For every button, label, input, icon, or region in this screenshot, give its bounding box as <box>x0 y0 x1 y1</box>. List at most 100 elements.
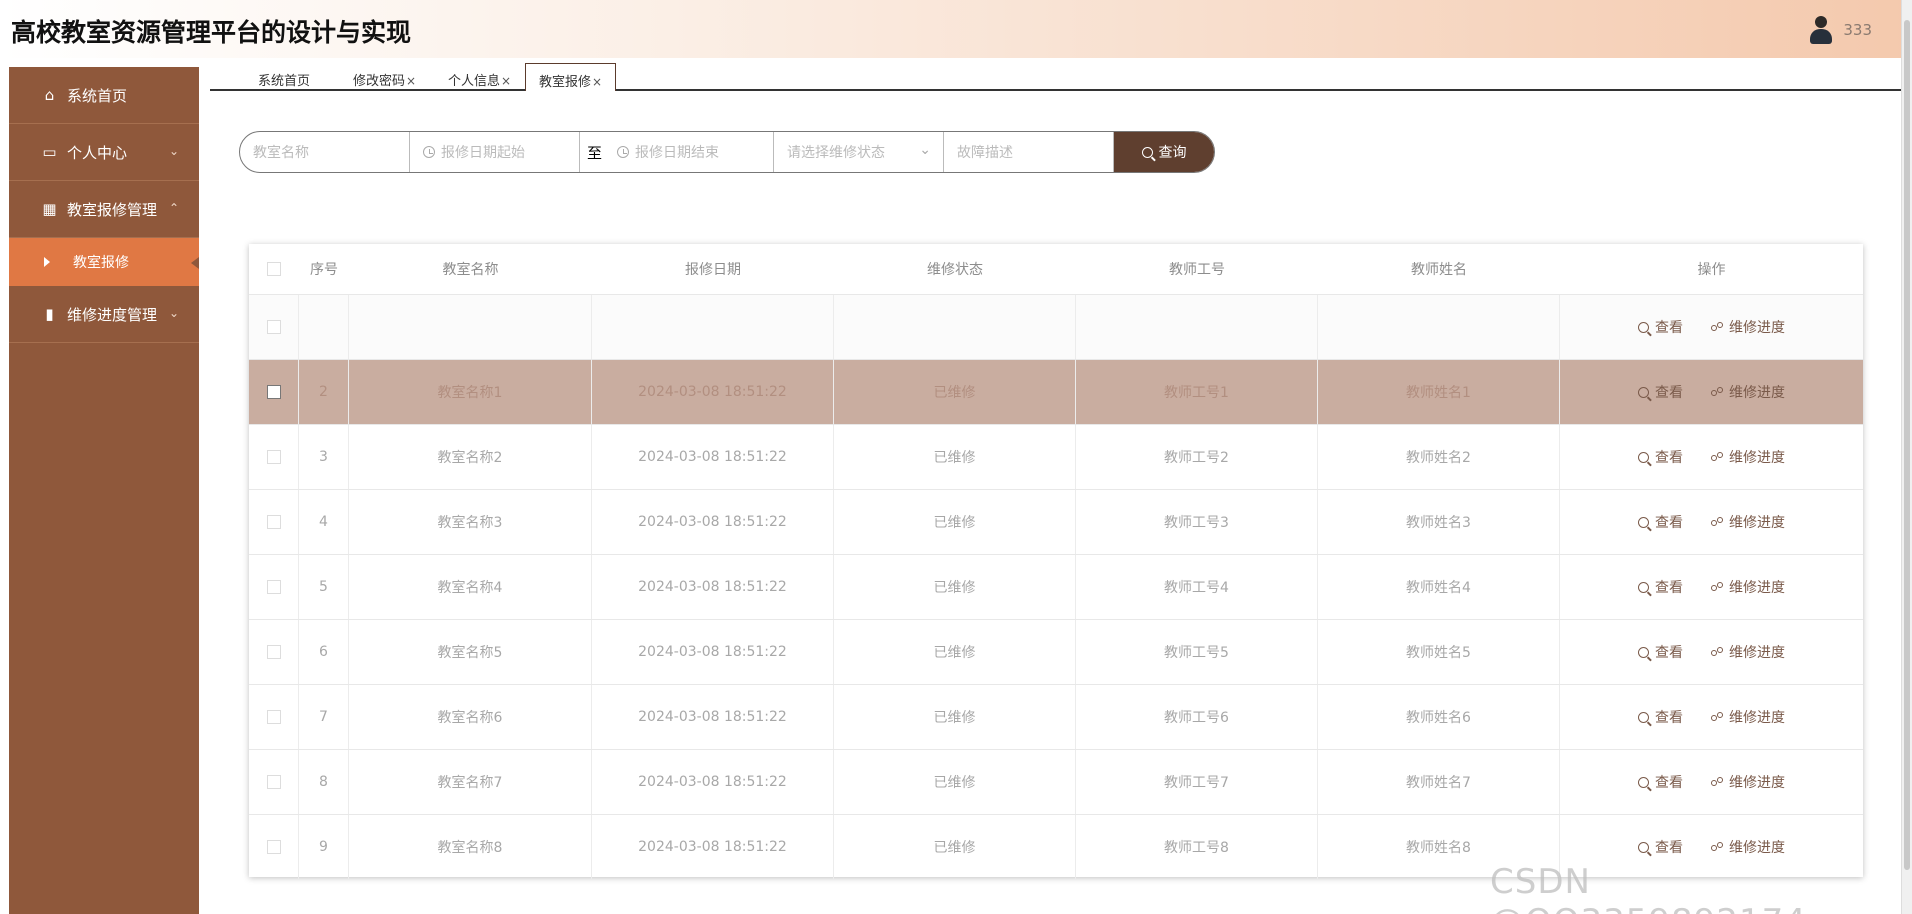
row-checkbox[interactable] <box>266 385 281 399</box>
header-teacher-no: 教师工号 <box>1169 262 1225 278</box>
row-checkbox[interactable] <box>266 450 281 464</box>
cell-classroom <box>349 295 592 359</box>
header-classroom: 教室名称 <box>442 262 499 278</box>
search-icon <box>1638 711 1649 723</box>
repair-progress-button[interactable]: 维修进度 <box>1711 317 1785 337</box>
row-checkbox[interactable] <box>266 320 281 334</box>
view-button[interactable]: 查看 <box>1638 577 1683 597</box>
view-button[interactable]: 查看 <box>1638 772 1683 792</box>
share-icon <box>1711 842 1723 852</box>
cell-date: 2024-03-08 18:51:22 <box>592 425 834 489</box>
repair-progress-button[interactable]: 维修进度 <box>1711 447 1785 467</box>
row-checkbox[interactable] <box>266 580 281 594</box>
cell-teacher-name: 教师姓名4 <box>1318 555 1560 619</box>
status-select[interactable]: 请选择维修状态 ⌄ <box>774 132 944 172</box>
table-row[interactable]: 2 教室名称1 2024-03-08 18:51:22 已维修 教师工号1 教师… <box>249 359 1863 424</box>
repair-progress-button[interactable]: 维修进度 <box>1711 512 1785 532</box>
repair-progress-button[interactable]: 维修进度 <box>1711 577 1785 597</box>
table-row[interactable]: 3 教室名称2 2024-03-08 18:51:22 已维修 教师工号2 教师… <box>249 424 1863 489</box>
search-icon <box>1638 581 1649 593</box>
share-icon <box>1711 647 1723 657</box>
tab-home[interactable]: 系统首页 <box>245 63 323 91</box>
user-area[interactable]: 333 <box>1809 14 1872 45</box>
close-icon[interactable]: × <box>501 74 511 88</box>
page-scrollbar[interactable] <box>1901 0 1912 914</box>
username[interactable]: 333 <box>1843 21 1872 39</box>
repair-progress-button[interactable]: 维修进度 <box>1711 642 1785 662</box>
fault-description-input[interactable]: 故障描述 <box>944 132 1114 172</box>
scrollbar-thumb[interactable] <box>1904 20 1910 870</box>
row-checkbox-cell[interactable] <box>249 750 299 814</box>
cell-no: 2 <box>299 360 349 424</box>
close-icon[interactable]: × <box>592 75 602 89</box>
cell-no <box>299 295 349 359</box>
cell-teacher-no: 教师工号1 <box>1076 360 1318 424</box>
row-checkbox-cell[interactable] <box>249 490 299 554</box>
sidebar: ⌂ 系统首页 ▭ 个人中心 ⌄ ▦ 教室报修管理 ⌃ 教室报修 ▮ 维修进度管理 ⌄ <box>9 67 199 914</box>
view-button[interactable]: 查看 <box>1638 382 1683 402</box>
tab-classroom-repair[interactable]: 教室报修× <box>525 63 617 91</box>
view-button[interactable]: 查看 <box>1638 642 1683 662</box>
row-checkbox[interactable] <box>266 515 281 529</box>
cell-no: 8 <box>299 750 349 814</box>
table-row[interactable]: 6 教室名称5 2024-03-08 18:51:22 已维修 教师工号5 教师… <box>249 619 1863 684</box>
row-checkbox[interactable] <box>266 775 281 789</box>
search-icon <box>1638 451 1649 463</box>
repair-progress-button[interactable]: 维修进度 <box>1711 837 1785 857</box>
view-button[interactable]: 查看 <box>1638 317 1683 337</box>
sidebar-item-home[interactable]: ⌂ 系统首页 <box>9 67 199 124</box>
row-checkbox-cell[interactable] <box>249 360 299 424</box>
sidebar-item-personal-center[interactable]: ▭ 个人中心 ⌄ <box>9 124 199 181</box>
view-button[interactable]: 查看 <box>1638 837 1683 857</box>
watermark: CSDN @QQ3359892174 <box>1490 862 1806 914</box>
row-checkbox-cell[interactable] <box>249 555 299 619</box>
search-icon <box>1638 321 1649 333</box>
table-row[interactable]: 4 教室名称3 2024-03-08 18:51:22 已维修 教师工号3 教师… <box>249 489 1863 554</box>
cell-classroom: 教室名称2 <box>349 425 592 489</box>
table-row[interactable]: 5 教室名称4 2024-03-08 18:51:22 已维修 教师工号4 教师… <box>249 554 1863 619</box>
sidebar-item-classroom-repair[interactable]: 教室报修 <box>9 238 199 286</box>
row-checkbox[interactable] <box>266 710 281 724</box>
table-row[interactable]: 7 教室名称6 2024-03-08 18:51:22 已维修 教师工号6 教师… <box>249 684 1863 749</box>
row-checkbox-cell[interactable] <box>249 815 299 879</box>
select-all-checkbox[interactable] <box>267 262 281 276</box>
select-all-cell[interactable] <box>249 244 299 294</box>
close-icon[interactable]: × <box>406 74 416 88</box>
view-button[interactable]: 查看 <box>1638 707 1683 727</box>
view-button[interactable]: 查看 <box>1638 447 1683 467</box>
cell-classroom: 教室名称3 <box>349 490 592 554</box>
query-button[interactable]: 查询 <box>1114 132 1214 172</box>
search-icon <box>1638 841 1649 853</box>
cell-no: 9 <box>299 815 349 879</box>
date-start-input[interactable]: 报修日期起始 <box>410 132 580 172</box>
row-checkbox-cell[interactable] <box>249 425 299 489</box>
row-checkbox[interactable] <box>266 840 281 854</box>
repair-progress-button[interactable]: 维修进度 <box>1711 707 1785 727</box>
home-icon: ⌂ <box>44 86 55 104</box>
sidebar-item-progress-management[interactable]: ▮ 维修进度管理 ⌄ <box>9 286 199 343</box>
repair-progress-button[interactable]: 维修进度 <box>1711 772 1785 792</box>
sidebar-item-repair-management[interactable]: ▦ 教室报修管理 ⌃ <box>9 181 199 238</box>
view-button[interactable]: 查看 <box>1638 512 1683 532</box>
row-checkbox-cell[interactable] <box>249 685 299 749</box>
repair-progress-button[interactable]: 维修进度 <box>1711 382 1785 402</box>
date-end-input[interactable]: 报修日期结束 <box>604 132 774 172</box>
classroom-name-input[interactable]: 教室名称 <box>240 132 410 172</box>
row-checkbox-cell[interactable] <box>249 620 299 684</box>
row-checkbox-cell[interactable] <box>249 295 299 359</box>
credit-card-icon: ▭ <box>42 143 57 161</box>
cell-status: 已维修 <box>834 360 1076 424</box>
table-row[interactable]: 8 教室名称7 2024-03-08 18:51:22 已维修 教师工号7 教师… <box>249 749 1863 814</box>
share-icon <box>1711 322 1723 332</box>
search-icon <box>1638 646 1649 658</box>
table-row[interactable]: 查看 维修进度 <box>249 294 1863 359</box>
cell-teacher-no: 教师工号5 <box>1076 620 1318 684</box>
tab-change-password[interactable]: 修改密码× <box>340 63 429 91</box>
tab-personal-info[interactable]: 个人信息× <box>435 63 524 91</box>
user-avatar-icon[interactable] <box>1809 14 1833 45</box>
row-checkbox[interactable] <box>266 645 281 659</box>
cell-classroom: 教室名称5 <box>349 620 592 684</box>
app-title: 高校教室资源管理平台的设计与实现 <box>11 18 412 47</box>
cell-actions: 查看 维修进度 <box>1560 360 1863 424</box>
top-header: 高校教室资源管理平台的设计与实现 333 <box>0 0 1912 58</box>
